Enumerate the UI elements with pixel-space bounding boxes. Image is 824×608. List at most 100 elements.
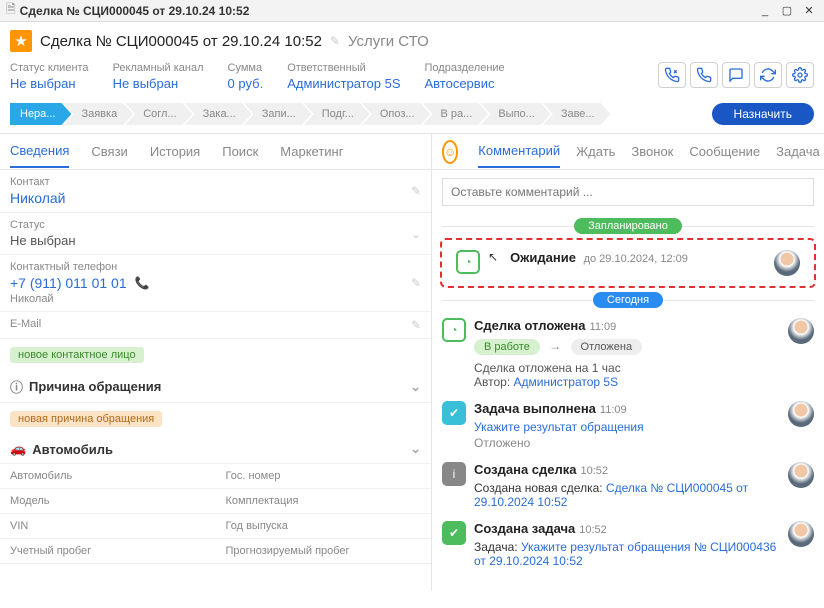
chevron-down-icon: ⌄ <box>410 441 421 457</box>
avatar[interactable] <box>788 462 814 488</box>
right-panel: ☺ Комментарий Ждать Звонок Сообщение Зад… <box>432 134 824 591</box>
rtab-message[interactable]: Сообщение <box>689 136 760 167</box>
deal-created-text: Создана новая сделка: <box>474 481 603 495</box>
stages-row: Нера... Заявка Согл... Зака... Запи... П… <box>0 99 824 133</box>
email-label: E-Mail <box>10 318 421 330</box>
phone-in-icon[interactable] <box>658 62 686 88</box>
clock-icon: ◔ <box>442 318 466 342</box>
message-icon[interactable] <box>722 62 750 88</box>
stage-3[interactable]: Согл... <box>125 103 192 125</box>
col-recorded[interactable]: Учетный пробег <box>0 539 216 564</box>
postponed-title: Сделка отложена <box>474 318 586 333</box>
col-gos[interactable]: Гос. номер <box>216 464 432 489</box>
avatar[interactable] <box>788 521 814 547</box>
col-vin[interactable]: VIN <box>0 514 216 539</box>
rtab-task[interactable]: Задача <box>776 136 820 167</box>
col-predicted[interactable]: Прогнозируемый пробег <box>216 539 432 564</box>
stage-5[interactable]: Запи... <box>244 103 312 125</box>
task-created-link[interactable]: Укажите результат обращения № СЦИ000436 … <box>474 540 776 568</box>
task-created-title: Создана задача <box>474 521 575 536</box>
stage-4[interactable]: Зака... <box>185 103 252 125</box>
col-kompl[interactable]: Комплектация <box>216 489 432 514</box>
refresh-icon[interactable] <box>754 62 782 88</box>
status-field-value[interactable]: Не выбран <box>10 233 421 248</box>
today-pill: Сегодня <box>593 292 663 308</box>
deal-created-time: 10:52 <box>581 465 609 477</box>
titlebar: 🗎 Сделка № СЦИ000045 от 29.10.24 10:52 _… <box>0 0 824 22</box>
sum-label: Сумма <box>228 62 264 74</box>
chip-in-work: В работе <box>474 339 540 355</box>
tab-search[interactable]: Поиск <box>222 136 258 167</box>
stage-6[interactable]: Подг... <box>304 103 370 125</box>
call-icon[interactable]: 📞 <box>135 276 150 290</box>
task-created-time: 10:52 <box>579 524 607 536</box>
stage-9[interactable]: Выпо... <box>480 103 551 125</box>
responsible-label: Ответственный <box>287 62 400 74</box>
close-button[interactable]: ✕ <box>800 3 818 19</box>
stage-7[interactable]: Опоз... <box>362 103 431 125</box>
gear-icon[interactable] <box>786 62 814 88</box>
document-icon: 🗎 <box>6 0 16 21</box>
col-car[interactable]: Автомобиль <box>0 464 216 489</box>
division-value[interactable]: Автосервис <box>425 76 505 91</box>
rtab-call[interactable]: Звонок <box>631 136 673 167</box>
pencil-icon[interactable]: ✎ <box>330 34 340 48</box>
waiting-title[interactable]: Ожидание <box>510 250 576 265</box>
car-section[interactable]: 🚗 Автомобиль ⌄ <box>0 435 431 464</box>
rtab-comment[interactable]: Комментарий <box>478 135 560 168</box>
rtab-wait[interactable]: Ждать <box>576 136 615 167</box>
task-done-title: Задача выполнена <box>474 401 596 416</box>
contact-value[interactable]: Николай <box>10 190 421 206</box>
status-field-label: Статус <box>10 219 421 231</box>
client-status-label: Статус клиента <box>10 62 89 74</box>
tab-details[interactable]: Сведения <box>10 135 69 168</box>
author-label: Автор: <box>474 375 510 389</box>
col-model[interactable]: Модель <box>0 489 216 514</box>
maximize-button[interactable]: ▢ <box>778 3 796 19</box>
stage-2[interactable]: Заявка <box>63 103 133 125</box>
col-year[interactable]: Год выпуска <box>216 514 432 539</box>
avatar[interactable] <box>788 318 814 344</box>
reason-section[interactable]: ⓘ Причина обращения ⌄ <box>0 371 431 403</box>
stage-8[interactable]: В ра... <box>423 103 489 125</box>
phone-value[interactable]: +7 (911) 011 01 01 <box>10 275 127 291</box>
tab-marketing[interactable]: Маркетинг <box>280 136 343 167</box>
phone-out-icon[interactable] <box>690 62 718 88</box>
task-done-time: 11:09 <box>600 404 627 416</box>
star-icon[interactable]: ★ <box>10 30 32 52</box>
reason-header-text: Причина обращения <box>29 379 161 394</box>
info-icon: ⓘ <box>10 377 23 396</box>
tab-relations[interactable]: Связи <box>91 136 127 167</box>
minimize-button[interactable]: _ <box>756 3 774 19</box>
chevron-down-icon[interactable]: ⌄ <box>411 227 421 241</box>
author-link[interactable]: Администратор 5S <box>514 375 619 389</box>
info-icon: i <box>442 462 466 486</box>
channel-value[interactable]: Не выбран <box>113 76 204 91</box>
comment-input[interactable] <box>442 178 814 206</box>
pencil-icon[interactable]: ✎ <box>411 276 421 290</box>
stage-10[interactable]: Заве... <box>543 103 611 125</box>
postponed-text: Сделка отложена на 1 час <box>474 361 780 375</box>
left-panel: Сведения Связи История Поиск Маркетинг К… <box>0 134 432 591</box>
avatar[interactable] <box>788 401 814 427</box>
task-done-link[interactable]: Укажите результат обращения <box>474 420 780 434</box>
client-status-value[interactable]: Не выбран <box>10 76 89 91</box>
pencil-icon[interactable]: ✎ <box>411 184 421 198</box>
chevron-down-icon: ⌄ <box>410 379 421 395</box>
sum-value[interactable]: 0 руб. <box>228 76 264 91</box>
highlight-waiting-box: ◔ ↖ Ожидание до 29.10.2024, 12:09 <box>440 238 816 288</box>
clock-icon: ◔ <box>456 250 480 274</box>
check-icon: ✔ <box>442 521 466 545</box>
new-reason-tag: новая причина обращения <box>10 411 162 427</box>
new-contact-tag: новое контактное лицо <box>10 347 144 363</box>
smiley-icon[interactable]: ☺ <box>442 140 458 164</box>
stage-1[interactable]: Нера... <box>10 103 71 125</box>
cursor-icon: ↖ <box>488 250 498 264</box>
assign-button[interactable]: Назначить <box>712 103 814 125</box>
summary-row: Статус клиента Не выбран Рекламный канал… <box>0 60 824 99</box>
tab-history[interactable]: История <box>150 136 200 167</box>
pencil-icon[interactable]: ✎ <box>411 318 421 332</box>
avatar[interactable] <box>774 250 800 276</box>
responsible-value[interactable]: Администратор 5S <box>287 76 400 91</box>
car-icon: 🚗 <box>10 441 26 457</box>
